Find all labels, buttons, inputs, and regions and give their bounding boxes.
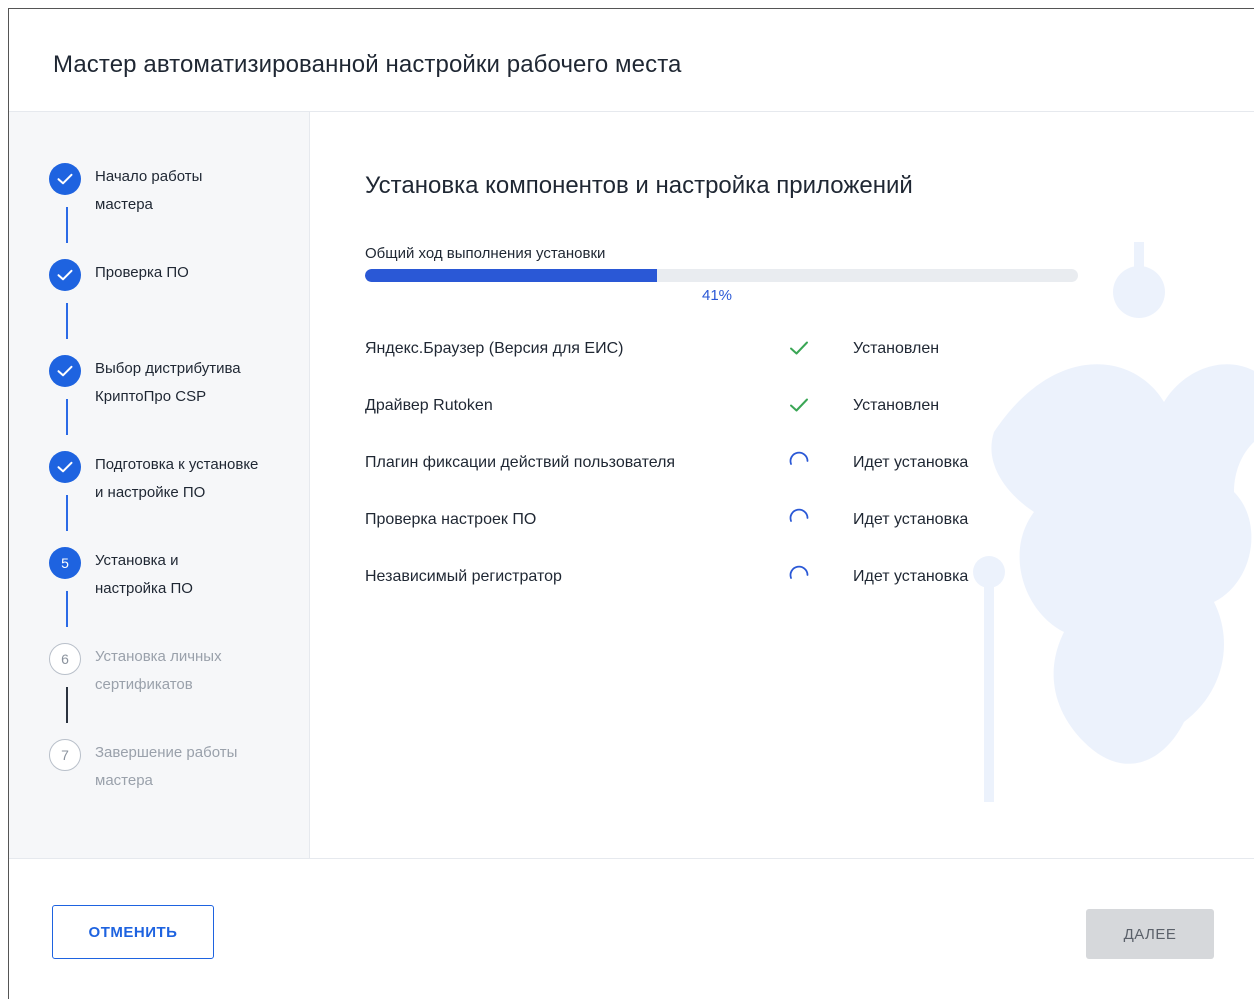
component-row: Яндекс.Браузер (Версия для ЕИС) Установл… <box>365 336 1065 366</box>
spinner-icon <box>787 564 811 588</box>
overall-progress-bar <box>365 269 1078 282</box>
step-number-badge: 5 <box>49 547 81 579</box>
check-circle-icon <box>49 355 81 387</box>
component-name: Независимый регистратор <box>365 568 562 585</box>
step-label: Проверка ПО <box>95 264 189 281</box>
next-button[interactable]: ДАЛЕЕ <box>1086 909 1214 959</box>
wizard-window: Мастер автоматизированной настройки рабо… <box>8 8 1254 1001</box>
step-label: Начало работы мастера <box>95 168 203 213</box>
step-number-badge: 6 <box>49 643 81 675</box>
component-name: Яндекс.Браузер (Версия для ЕИС) <box>365 340 624 357</box>
wizard-footer: ОТМЕНИТЬ ДАЛЕЕ <box>9 858 1254 1001</box>
spinner-icon <box>787 450 811 474</box>
section-title: Установка компонентов и настройка прилож… <box>365 172 913 199</box>
component-status: Установлен <box>853 340 940 357</box>
component-name: Плагин фиксации действий пользователя <box>365 454 676 471</box>
step-connector <box>66 303 68 339</box>
step-connector <box>66 591 68 627</box>
component-status: Идет установка <box>853 568 969 585</box>
check-circle-icon <box>49 451 81 483</box>
window-title: Мастер автоматизированной настройки рабо… <box>53 51 682 78</box>
check-circle-icon <box>49 259 81 291</box>
check-icon <box>787 336 811 360</box>
component-status: Идет установка <box>853 511 969 528</box>
component-row: Проверка настроек ПО Идет установка <box>365 507 1065 537</box>
progress-percent: 41% <box>702 287 733 304</box>
step-connector <box>66 687 68 723</box>
step-label: Установка личных сертификатов <box>95 648 222 693</box>
steps-sidebar: Начало работы мастера Проверка ПО Выбор … <box>9 112 310 858</box>
progress-label: Общий ход выполнения установки <box>365 245 606 262</box>
spinner-icon <box>787 507 811 531</box>
step-label: Выбор дистрибутива КриптоПро CSP <box>95 360 241 405</box>
component-row: Драйвер Rutoken Установлен <box>365 393 1065 423</box>
component-row: Плагин фиксации действий пользователя Ид… <box>365 450 1065 480</box>
check-circle-icon <box>49 163 81 195</box>
check-icon <box>787 393 811 417</box>
wizard-header: Мастер автоматизированной настройки рабо… <box>9 9 1254 112</box>
component-name: Драйвер Rutoken <box>365 397 493 414</box>
step-connector <box>66 207 68 243</box>
component-status: Установлен <box>853 397 940 414</box>
step-number-badge: 7 <box>49 739 81 771</box>
component-row: Независимый регистратор Идет установка <box>365 564 1065 594</box>
step-label: Установка и настройка ПО <box>95 552 193 597</box>
component-status: Идет установка <box>853 454 969 471</box>
step-connector <box>66 495 68 531</box>
component-name: Проверка настроек ПО <box>365 511 537 528</box>
main-content: Установка компонентов и настройка прилож… <box>310 112 1254 858</box>
step-label: Завершение работы мастера <box>95 744 238 789</box>
step-connector <box>66 399 68 435</box>
cancel-button[interactable]: ОТМЕНИТЬ <box>52 905 214 959</box>
progress-fill <box>365 269 658 282</box>
step-label: Подготовка к установке и настройке ПО <box>95 456 259 501</box>
